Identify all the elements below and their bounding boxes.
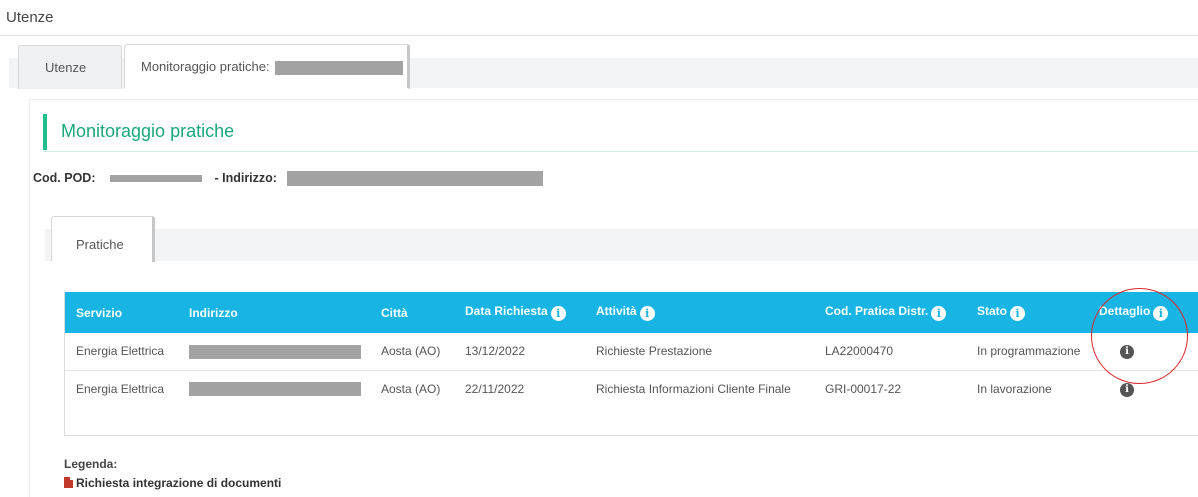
cell-cod-pratica: GRI-00017-22 <box>825 381 902 396</box>
info-icon[interactable]: i <box>931 306 947 321</box>
cell-cod-pratica: LA22000470 <box>814 333 966 371</box>
redacted-pod <box>109 175 202 183</box>
col-stato[interactable]: Stato i <box>966 292 1088 333</box>
info-icon[interactable]: i <box>639 306 655 321</box>
section-title: Monitoraggio pratiche <box>43 114 234 150</box>
legend: Legenda: Richiesta integrazione di docum… <box>64 457 281 490</box>
pod-info-line: Cod. POD: - Indirizzo: <box>33 171 544 187</box>
cell-attivita: Richieste Prestazione <box>585 333 814 371</box>
tab-label: Utenze <box>45 60 87 75</box>
highlight-circle <box>1091 288 1188 384</box>
legend-item: Richiesta integrazione di documenti <box>64 476 281 490</box>
cell-citta: Aosta (AO) <box>370 333 454 371</box>
page-title: Utenze <box>6 9 54 26</box>
info-icon[interactable]: i <box>1010 306 1025 321</box>
tab-pratiche[interactable]: Pratiche <box>51 216 155 262</box>
table-row: Energia Elettrica Aosta (AO) 22/11/2022 … <box>65 370 1198 407</box>
redacted-address <box>287 171 544 187</box>
cell-indirizzo <box>178 370 370 407</box>
cell-stato: In lavorazione <box>977 381 1052 396</box>
legend-title: Legenda: <box>64 457 118 471</box>
cell-data: 22/11/2022 <box>465 381 525 396</box>
redacted-address <box>189 344 361 359</box>
col-data-richiesta[interactable]: Data Richiesta i <box>454 292 585 333</box>
table-header-row: Servizio Indirizzo Città Data Richiesta i… <box>65 292 1198 333</box>
address-label: - Indirizzo: <box>214 171 277 185</box>
col-cod-pratica[interactable]: Cod. Pratica Distr. i <box>814 292 966 333</box>
cell-data: 13/12/2022 <box>454 333 585 371</box>
pratiche-table: Servizio Indirizzo Città Data Richiesta i… <box>64 292 1198 436</box>
col-attivita[interactable]: Attività i <box>585 292 814 333</box>
table-row: Energia Elettrica Aosta (AO) 13/12/2022 … <box>65 333 1198 371</box>
info-icon[interactable]: i <box>550 306 566 321</box>
cell-servizio: Energia Elettrica <box>65 333 178 371</box>
sub-tab-bar <box>45 229 1198 261</box>
cell-indirizzo <box>178 333 370 371</box>
redacted-address <box>189 382 361 397</box>
tab-monitoraggio-pratiche[interactable]: Monitoraggio pratiche: <box>124 44 410 89</box>
cell-citta: Aosta (AO) <box>381 381 441 396</box>
tab-label: Pratiche <box>76 237 124 252</box>
pod-label: Cod. POD: <box>33 171 96 185</box>
detail-info-icon[interactable]: i <box>1120 382 1134 397</box>
tab-label: Monitoraggio pratiche: <box>141 59 270 74</box>
content-panel: Monitoraggio pratiche Cod. POD: - Indiri… <box>29 99 1198 497</box>
tab-utenze[interactable]: Utenze <box>18 45 122 89</box>
col-citta[interactable]: Città <box>370 292 454 333</box>
col-indirizzo[interactable]: Indirizzo <box>178 292 370 333</box>
cell-attivita: Richiesta Informazioni Cliente Finale <box>596 381 791 396</box>
col-servizio[interactable]: Servizio <box>65 292 178 333</box>
cell-servizio: Energia Elettrica <box>76 381 165 396</box>
section-divider <box>43 151 1198 152</box>
document-icon <box>64 477 73 488</box>
cell-stato: In programmazione <box>966 333 1088 371</box>
title-divider <box>0 35 1198 36</box>
redacted-text <box>275 60 404 75</box>
